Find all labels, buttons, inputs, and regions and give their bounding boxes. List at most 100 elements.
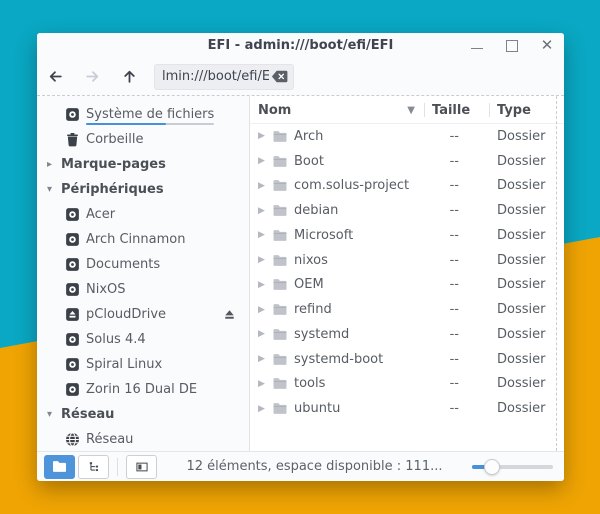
file-row-tools[interactable]: ▶tools--Dossier — [250, 372, 564, 397]
chevron-down-icon[interactable]: ▾ — [44, 184, 55, 195]
expander-icon[interactable]: ▶ — [258, 206, 270, 216]
file-row-com-solus-project[interactable]: ▶com.solus-project--Dossier — [250, 174, 564, 199]
expander-icon[interactable]: ▶ — [258, 131, 270, 141]
view-focus-border — [556, 96, 557, 451]
column-separator — [424, 103, 425, 117]
column-header-type[interactable]: Type — [489, 97, 564, 123]
file-row-systemd[interactable]: ▶ systemd --Dossier — [250, 322, 564, 347]
zoom-slider[interactable] — [472, 458, 553, 476]
sidebar-item-label: Solus 4.4 — [86, 332, 146, 347]
expander-icon[interactable]: ▶ — [258, 329, 270, 339]
titlebar[interactable]: EFI - admin:///boot/efi/EFI ✕ — [37, 33, 564, 58]
sidebar-item-zorin-16-dual-de[interactable]: Zorin 16 Dual DE — [37, 377, 249, 402]
sidebar-section-r-seau[interactable]: ▾Réseau — [37, 402, 249, 427]
file-row-arch[interactable]: ▶Arch--Dossier — [250, 124, 564, 149]
file-type: Dossier — [489, 277, 564, 292]
location-bar[interactable] — [154, 64, 294, 90]
expander-icon[interactable]: ▶ — [258, 280, 270, 290]
maximize-icon — [506, 40, 518, 52]
sidebar-item-arch-cinnamon[interactable]: Arch Cinnamon — [37, 227, 249, 252]
file-type: Dossier — [489, 376, 564, 391]
sidebar-item-acer[interactable]: Acer — [37, 202, 249, 227]
back-arrow-icon — [47, 68, 64, 85]
eject-icon[interactable] — [223, 308, 236, 321]
file-row-microsoft[interactable]: ▶Microsoft--Dossier — [250, 223, 564, 248]
minimize-button[interactable] — [470, 39, 484, 53]
file-row-oem[interactable]: ▶OEM--Dossier — [250, 273, 564, 298]
sidebar-item-corbeille[interactable]: Corbeille — [37, 127, 249, 152]
folder-icon — [272, 155, 288, 168]
file-type: Dossier — [489, 401, 564, 416]
show-treeview-button[interactable] — [78, 455, 109, 479]
sidebar-section-p-riph-riques[interactable]: ▾Périphériques — [37, 177, 249, 202]
harddisk-icon — [65, 282, 80, 297]
file-row-nixos[interactable]: ▶nixos--Dossier — [250, 248, 564, 273]
expander-icon[interactable]: ▶ — [258, 230, 270, 240]
up-button[interactable] — [117, 64, 141, 90]
column-header-name[interactable]: Nom ▼ — [250, 97, 424, 123]
clear-entry-icon[interactable] — [271, 70, 288, 83]
folder-icon — [272, 278, 288, 291]
expander-icon[interactable]: ▶ — [258, 379, 270, 389]
sidebar-item-documents[interactable]: Documents — [37, 252, 249, 277]
expander-icon[interactable]: ▶ — [258, 404, 270, 414]
file-name: refind — [294, 302, 332, 317]
file-row-systemd-boot[interactable]: ▶systemd-boot--Dossier — [250, 347, 564, 372]
file-type: Dossier — [489, 327, 564, 342]
sidebar-item-r-seau[interactable]: Réseau — [37, 427, 249, 451]
sidebar-item-label: Arch Cinnamon — [86, 232, 185, 247]
file-row-ubuntu[interactable]: ▶ubuntu--Dossier — [250, 396, 564, 421]
expander-icon[interactable]: ▶ — [258, 305, 270, 315]
network-icon — [65, 432, 80, 447]
chevron-down-icon[interactable]: ▾ — [44, 409, 55, 420]
file-size: -- — [424, 154, 489, 169]
sidebar-item-solus-4-4[interactable]: Solus 4.4 — [37, 327, 249, 352]
sidebar-item-label: Réseau — [86, 432, 133, 447]
file-name: debian — [294, 203, 338, 218]
removable-drive-icon — [65, 307, 80, 322]
folder-icon — [272, 254, 288, 267]
column-header-size[interactable]: Taille — [424, 97, 489, 123]
harddisk-icon — [65, 257, 80, 272]
chevron-right-icon[interactable]: ▸ — [44, 159, 55, 170]
trash-icon — [65, 132, 80, 147]
expander-icon[interactable]: ▶ — [258, 255, 270, 265]
file-row-boot[interactable]: ▶Boot--Dossier — [250, 149, 564, 174]
zoom-slider-handle[interactable] — [484, 459, 500, 475]
sidebar-item-spiral-linux[interactable]: Spiral Linux — [37, 352, 249, 377]
toolbar — [37, 58, 564, 95]
harddisk-icon — [65, 357, 80, 372]
forward-arrow-icon — [84, 68, 101, 85]
up-arrow-icon — [121, 68, 138, 85]
status-text: 12 éléments, espace disponible : 111... — [157, 459, 472, 474]
file-name: systemd — [294, 327, 349, 342]
file-row-debian[interactable]: ▶debian--Dossier — [250, 198, 564, 223]
file-name: Microsoft — [294, 228, 353, 243]
show-places-button[interactable] — [44, 455, 75, 479]
column-headers: Nom ▼ Taille Type — [250, 97, 564, 124]
file-type: Dossier — [489, 178, 564, 193]
sidebar-item-label: pCloudDrive — [86, 307, 166, 322]
file-size: -- — [424, 129, 489, 144]
file-size: -- — [424, 327, 489, 342]
forward-button[interactable] — [80, 64, 104, 90]
sidebar-item-pclouddrive[interactable]: pCloudDrive — [37, 302, 249, 327]
harddisk-icon — [65, 382, 80, 397]
expander-icon[interactable]: ▶ — [258, 181, 270, 191]
file-row-refind[interactable]: ▶refind--Dossier — [250, 297, 564, 322]
expander-icon[interactable]: ▶ — [258, 354, 270, 364]
close-button[interactable]: ✕ — [540, 39, 554, 53]
maximize-button[interactable] — [505, 39, 519, 53]
expander-icon[interactable]: ▶ — [258, 156, 270, 166]
sort-descending-icon: ▼ — [407, 105, 415, 116]
back-button[interactable] — [43, 64, 67, 90]
folder-icon — [272, 402, 288, 415]
sidebar-section-marque-pages[interactable]: ▸Marque-pages — [37, 152, 249, 177]
sidebar-item-nixos[interactable]: NixOS — [37, 277, 249, 302]
sidebar-item-syst-me-de-fichiers[interactable]: Système de fichiers — [37, 102, 249, 127]
hide-sidebar-button[interactable] — [126, 455, 157, 479]
disk-usage-bar — [86, 123, 214, 125]
location-input[interactable] — [155, 69, 271, 84]
sidebar-list: Système de fichiersCorbeille▸Marque-page… — [37, 102, 249, 451]
statusbar-separator — [117, 458, 118, 476]
